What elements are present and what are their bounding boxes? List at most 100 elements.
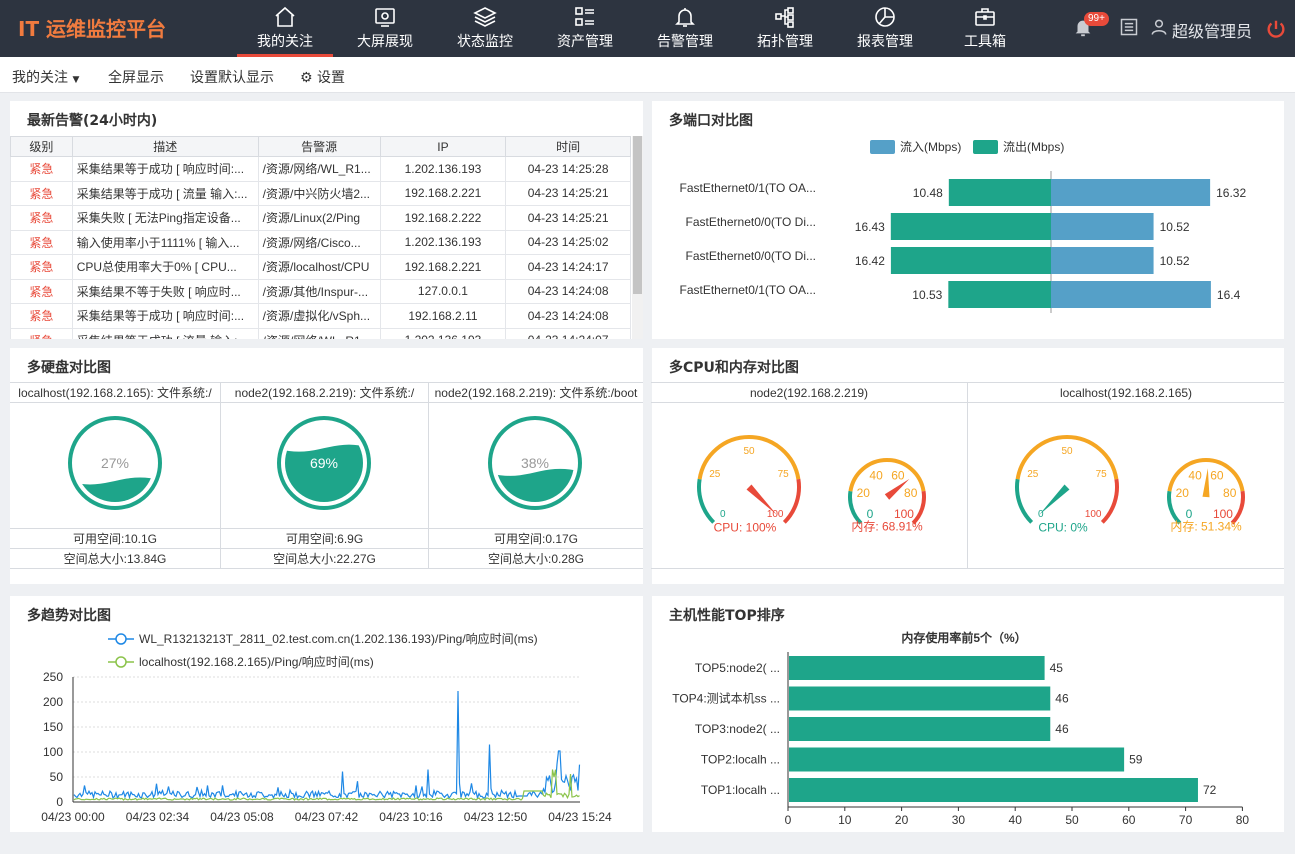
home-icon xyxy=(275,6,295,27)
port-out-bar[interactable] xyxy=(890,213,1051,240)
cpu-host-header: node2(192.168.2.219) xyxy=(651,383,967,403)
disk-panel-title: 多硬盘对比图 xyxy=(27,360,111,376)
alarm-desc: 采集结果等于成功 [ 响应时间:... xyxy=(71,156,259,182)
port-in-bar[interactable] xyxy=(1051,247,1154,274)
alarm-table-wrapper[interactable]: 级别 描述 告警源 IP 时间 紧急 采集结果等于成功 [ 响应时间:.../资源/网络/… xyxy=(10,136,631,339)
set-default-button[interactable]: 设置默认显示 xyxy=(190,67,274,87)
top-bar[interactable] xyxy=(789,717,1051,741)
alarm-col-header[interactable]: 告警源 xyxy=(257,136,381,157)
top-x-tick: 50 xyxy=(1065,813,1079,827)
top-chart-title: 内存使用率前5个（%） xyxy=(901,630,1026,645)
alarm-row[interactable]: 紧急 采集失败 [ 无法Ping指定设备.../资源/Linux(2/Ping 19… xyxy=(10,205,631,231)
legend-in-swatch[interactable] xyxy=(870,140,895,154)
alarm-row[interactable]: 紧急 CPU总使用率大于0% [ CPU.../资源/localhost/CPU 1… xyxy=(10,254,631,280)
port-out-value: 16.43 xyxy=(855,220,885,234)
alarm-col-header[interactable]: IP xyxy=(379,136,507,157)
user-name[interactable]: 超级管理员 xyxy=(1172,18,1252,42)
nav-status-monitor[interactable]: 状态监控 xyxy=(437,0,533,57)
alarm-source: /资源/虚拟化/vSph... xyxy=(257,303,381,329)
alarm-ip: 1.202.136.193 xyxy=(379,156,507,182)
gauge-tick-label: 25 xyxy=(1027,469,1039,480)
top-bar[interactable] xyxy=(789,656,1045,680)
port-out-bar[interactable] xyxy=(948,179,1051,206)
alarm-level: 紧急 xyxy=(10,327,73,339)
alarm-col-header[interactable]: 时间 xyxy=(505,136,631,157)
top-bar-value: 46 xyxy=(1055,722,1069,736)
alarm-row[interactable]: 紧急 采集结果等于成功 [ 响应时间:.../资源/虚拟化/vSph... 192.… xyxy=(10,303,631,329)
notification-badge: 99+ xyxy=(1084,12,1109,26)
legend-out-swatch[interactable] xyxy=(973,140,998,154)
top-bar-label: TOP3:node2( ... xyxy=(695,722,780,736)
nav-reports[interactable]: 报表管理 xyxy=(837,0,933,57)
port-out-value: 16.42 xyxy=(855,254,885,268)
power-icon[interactable] xyxy=(1265,18,1287,40)
trend-legend-marker[interactable] xyxy=(115,656,127,668)
alarm-desc: 采集结果等于成功 [ 流量 输入:... xyxy=(71,327,259,339)
top-bar[interactable] xyxy=(789,778,1198,802)
alarm-row[interactable]: 紧急采集结果等于成功 [ 流量 输入:.../资源/网络/WL_R1...1.2… xyxy=(10,327,631,339)
trend-y-tick: 50 xyxy=(50,770,64,784)
port-in-value: 10.52 xyxy=(1160,220,1190,234)
alarm-row[interactable]: 紧急 采集结果等于成功 [ 流量 输入:.../资源/中兴防火墙2... 192.1… xyxy=(10,180,631,206)
port-out-value: 10.53 xyxy=(912,288,942,302)
alarm-table-scrollbar[interactable] xyxy=(632,136,643,339)
alarm-desc: 采集结果等于成功 [ 响应时间:... xyxy=(71,303,259,329)
alarm-time: 04-23 14:25:21 xyxy=(505,180,631,206)
trend-x-tick: 04/23 00:00 xyxy=(41,810,105,824)
trend-legend-marker[interactable] xyxy=(115,633,127,645)
alarm-row[interactable]: 紧急 采集结果不等于失败 [ 响应时.../资源/其他/Inspur-... 127… xyxy=(10,278,631,304)
port-in-bar[interactable] xyxy=(1051,281,1211,308)
my-focus-dropdown[interactable]: 我的关注 ▼ xyxy=(12,67,79,87)
nav-asset-management[interactable]: 资产管理 xyxy=(537,0,633,57)
alarm-time: 04-23 14:24:07 xyxy=(505,327,631,339)
top-bar[interactable] xyxy=(789,686,1051,711)
alarm-desc: 采集结果不等于失败 [ 响应时... xyxy=(71,278,259,304)
alarm-desc: 采集结果等于成功 [ 流量 输入:... xyxy=(71,180,259,206)
gauge-tick-label: 20 xyxy=(1176,486,1190,500)
trend-line-chart: WL_R13213213T_2811_02.test.com.cn(1.202.… xyxy=(41,631,612,824)
alarm-ip: 1.202.136.193 xyxy=(379,327,507,339)
port-in-bar[interactable] xyxy=(1051,213,1154,240)
legend-out-label[interactable]: 流出(Mbps) xyxy=(1003,140,1064,154)
alarm-row[interactable]: 紧急 输入使用率小于1111% [ 输入.../资源/网络/Cisco... 1.2… xyxy=(10,229,631,255)
alarm-level: 紧急 xyxy=(10,229,73,255)
trend-legend-label[interactable]: localhost(192.168.2.165)/Ping/响应时间(ms) xyxy=(139,654,374,669)
port-in-value: 16.4 xyxy=(1217,288,1241,302)
top-bar-value: 46 xyxy=(1055,692,1069,706)
trend-legend-label[interactable]: WL_R13213213T_2811_02.test.com.cn(1.202.… xyxy=(139,631,538,646)
trend-y-tick: 150 xyxy=(43,720,63,734)
nav-big-screen[interactable]: 大屏展现 xyxy=(337,0,433,57)
cpu-panel-title: 多CPU和内存对比图 xyxy=(669,360,799,376)
alarm-desc: CPU总使用率大于0% [ CPU... xyxy=(71,254,259,280)
legend-in-label[interactable]: 流入(Mbps) xyxy=(900,140,961,154)
fullscreen-button[interactable]: 全屏显示 xyxy=(108,67,164,87)
nav-alarm-management[interactable]: 告警管理 xyxy=(637,0,733,57)
nav-my-focus[interactable]: 我的关注 xyxy=(237,0,333,57)
port-name-label: FastEthernet0/0(TO Di... xyxy=(686,215,817,229)
cpu-host-header: localhost(192.168.2.165) xyxy=(968,383,1284,403)
app-title: IT 运维监控平台 xyxy=(18,17,167,41)
gauge-band-high xyxy=(1100,478,1119,524)
top-bar[interactable] xyxy=(789,747,1125,772)
alarm-time: 04-23 14:25:28 xyxy=(505,156,631,182)
book-icon[interactable] xyxy=(1119,17,1139,37)
top-bar-value: 59 xyxy=(1129,753,1143,767)
nav-topology[interactable]: 拓扑管理 xyxy=(737,0,833,57)
alarm-row[interactable]: 紧急 采集结果等于成功 [ 响应时间:.../资源/网络/WL_R1... 1.20… xyxy=(10,156,631,182)
port-out-value: 10.48 xyxy=(913,186,943,200)
nav-toolbox[interactable]: 工具箱 xyxy=(937,0,1033,57)
trend-x-tick: 04/23 07:42 xyxy=(295,810,359,824)
alarm-col-header[interactable]: 级别 xyxy=(10,136,73,157)
port-out-bar[interactable] xyxy=(890,247,1051,274)
gauge-value-label: CPU: 0% xyxy=(1038,521,1088,535)
trend-series-line-1[interactable] xyxy=(73,690,581,801)
trend-x-tick: 04/23 15:24 xyxy=(548,810,612,824)
settings-button[interactable]: ⚙ 设置 xyxy=(300,67,345,87)
port-in-bar[interactable] xyxy=(1051,179,1211,206)
alarm-ip: 192.168.2.221 xyxy=(379,254,507,280)
user-icon[interactable] xyxy=(1149,17,1169,37)
alarm-col-header[interactable]: 描述 xyxy=(71,136,259,157)
caret-down-icon: ▼ xyxy=(72,75,80,85)
port-out-bar[interactable] xyxy=(948,281,1051,308)
alarm-table: 级别 描述 告警源 IP 时间 紧急 采集结果等于成功 [ 响应时间:.../资源/网络/… xyxy=(10,136,631,339)
